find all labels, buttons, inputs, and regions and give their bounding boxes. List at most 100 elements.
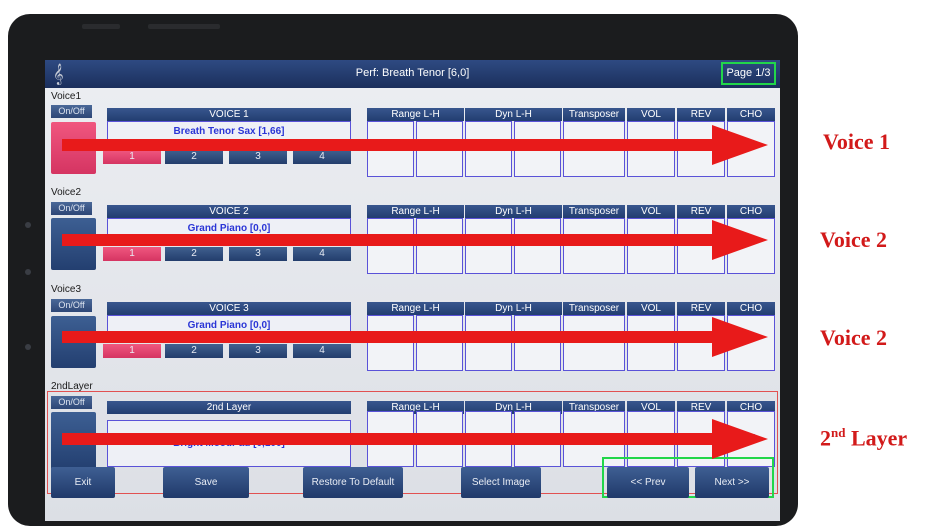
- voice2-tab-3[interactable]: 3: [229, 247, 287, 261]
- parameter-value-box[interactable]: [563, 315, 625, 371]
- voice1-sound-name[interactable]: Breath Tenor Sax [1,66]: [107, 121, 351, 147]
- parameter-value-box[interactable]: 127: [416, 411, 463, 467]
- column-header: Dyn L-H: [465, 205, 562, 218]
- volume-button: [82, 24, 120, 29]
- parameter-value-box[interactable]: [677, 315, 725, 371]
- camera-dot: [25, 222, 31, 228]
- voice3-sound-name[interactable]: Grand Piano [0,0]: [107, 315, 351, 341]
- parameter-value-box[interactable]: [677, 218, 725, 274]
- section-label-2nd-layer: 2ndLayer: [51, 381, 93, 392]
- performance-title: Perf: Breath Tenor [6,0]: [355, 67, 470, 79]
- parameter-value-box[interactable]: [416, 218, 463, 274]
- voice3-header: VOICE 3: [107, 302, 351, 315]
- parameter-value-box[interactable]: 0: [367, 411, 414, 467]
- voice1-tab-4[interactable]: 4: [293, 150, 351, 164]
- callout-layer-number: 2: [820, 425, 831, 451]
- voice2-onoff-button[interactable]: On/Off: [51, 202, 92, 215]
- voice3-onoff-button[interactable]: On/Off: [51, 299, 92, 312]
- column-header: Range L-H: [367, 205, 464, 218]
- column-header: REV: [677, 302, 725, 315]
- column-header: CHO: [727, 302, 775, 315]
- parameter-value-box[interactable]: [465, 218, 512, 274]
- layer-toggle-button[interactable]: [51, 412, 96, 470]
- power-button: [148, 24, 220, 29]
- title-bar: 𝄞 Perf: Breath Tenor [6,0] Page 1/3: [45, 60, 780, 88]
- parameter-value-box[interactable]: [514, 218, 561, 274]
- section-label-voice2: Voice2: [51, 187, 82, 198]
- select-image-button[interactable]: Select Image: [461, 467, 541, 498]
- layer-header: 2nd Layer: [107, 401, 351, 414]
- voice3-tab-2[interactable]: 2: [165, 344, 223, 358]
- voice2-toggle-button[interactable]: [51, 218, 96, 270]
- parameter-value-box[interactable]: [367, 121, 414, 177]
- parameter-value-box[interactable]: [367, 315, 414, 371]
- callout-layer-word: Layer: [845, 425, 908, 451]
- app-screen: 𝄞 Perf: Breath Tenor [6,0] Page 1/3 Voic…: [45, 60, 780, 521]
- parameter-value-box[interactable]: [727, 121, 775, 177]
- prev-button[interactable]: << Prev: [607, 467, 689, 498]
- callout-voice2: Voice 2: [820, 227, 888, 252]
- column-header: Range L-H: [367, 108, 464, 121]
- voice2-tab-2[interactable]: 2: [165, 247, 223, 261]
- parameter-value-box[interactable]: [465, 315, 512, 371]
- parameter-value-box[interactable]: [563, 218, 625, 274]
- section-label-voice3: Voice3: [51, 284, 82, 295]
- column-header: Transposer: [563, 205, 625, 218]
- voice1-toggle-button[interactable]: [51, 122, 96, 174]
- exit-button[interactable]: Exit: [51, 467, 115, 498]
- voice3-tab-4[interactable]: 4: [293, 344, 351, 358]
- parameter-value-box[interactable]: [627, 218, 675, 274]
- voice3-tab-3[interactable]: 3: [229, 344, 287, 358]
- voice1-tab-2[interactable]: 2: [165, 150, 223, 164]
- parameter-value-box[interactable]: [465, 121, 512, 177]
- callout-2nd-layer: 2nd Layer: [820, 425, 907, 451]
- voice1-header: VOICE 1: [107, 108, 351, 121]
- column-header: VOL: [627, 205, 675, 218]
- parameter-value-box[interactable]: [727, 218, 775, 274]
- column-header: Range L-H: [367, 302, 464, 315]
- parameter-value-box[interactable]: [563, 121, 625, 177]
- page-indicator[interactable]: Page 1/3: [721, 62, 776, 85]
- voice2-sound-name[interactable]: Grand Piano [0,0]: [107, 218, 351, 244]
- parameter-value-box[interactable]: [416, 121, 463, 177]
- save-button[interactable]: Save: [163, 467, 249, 498]
- voice1-tab-1[interactable]: 1: [103, 150, 161, 164]
- layer-sound-name[interactable]: Bright MoodPad [0,100]: [107, 420, 351, 467]
- voice1-onoff-button[interactable]: On/Off: [51, 105, 92, 118]
- column-header: VOL: [627, 108, 675, 121]
- parameter-value-box[interactable]: [514, 121, 561, 177]
- layer-onoff-button[interactable]: On/Off: [51, 396, 92, 409]
- parameter-value-box[interactable]: [514, 315, 561, 371]
- voice2-tab-4[interactable]: 4: [293, 247, 351, 261]
- callout-voice1: Voice 1: [823, 129, 891, 154]
- next-button[interactable]: Next >>: [695, 467, 769, 498]
- restore-default-button[interactable]: Restore To Default: [303, 467, 403, 498]
- callout-layer-suffix: nd: [831, 425, 846, 440]
- parameter-value-box[interactable]: [367, 218, 414, 274]
- column-header: REV: [677, 205, 725, 218]
- voice3-tab-1[interactable]: 1: [103, 344, 161, 358]
- column-header: CHO: [727, 205, 775, 218]
- callout-voice2-second: Voice 2: [820, 325, 888, 350]
- sensor-dot: [25, 269, 31, 275]
- column-header: Dyn L-H: [465, 108, 562, 121]
- parameter-value-box[interactable]: 0: [465, 411, 512, 467]
- sensor-dot: [25, 344, 31, 350]
- parameter-value-box[interactable]: 127: [514, 411, 561, 467]
- tablet-frame: 𝄞 Perf: Breath Tenor [6,0] Page 1/3 Voic…: [8, 14, 798, 526]
- voice1-tab-3[interactable]: 3: [229, 150, 287, 164]
- voice3-toggle-button[interactable]: [51, 316, 96, 368]
- parameter-value-box[interactable]: [727, 315, 775, 371]
- parameter-value-box[interactable]: [416, 315, 463, 371]
- parameter-value-box[interactable]: [627, 315, 675, 371]
- column-header: VOL: [627, 302, 675, 315]
- column-header: Transposer: [563, 108, 625, 121]
- column-header: CHO: [727, 108, 775, 121]
- voice2-tab-1[interactable]: 1: [103, 247, 161, 261]
- column-header: Dyn L-H: [465, 302, 562, 315]
- column-header: Transposer: [563, 302, 625, 315]
- voice2-header: VOICE 2: [107, 205, 351, 218]
- parameter-value-box[interactable]: [627, 121, 675, 177]
- section-label-voice1: Voice1: [51, 91, 82, 102]
- parameter-value-box[interactable]: [677, 121, 725, 177]
